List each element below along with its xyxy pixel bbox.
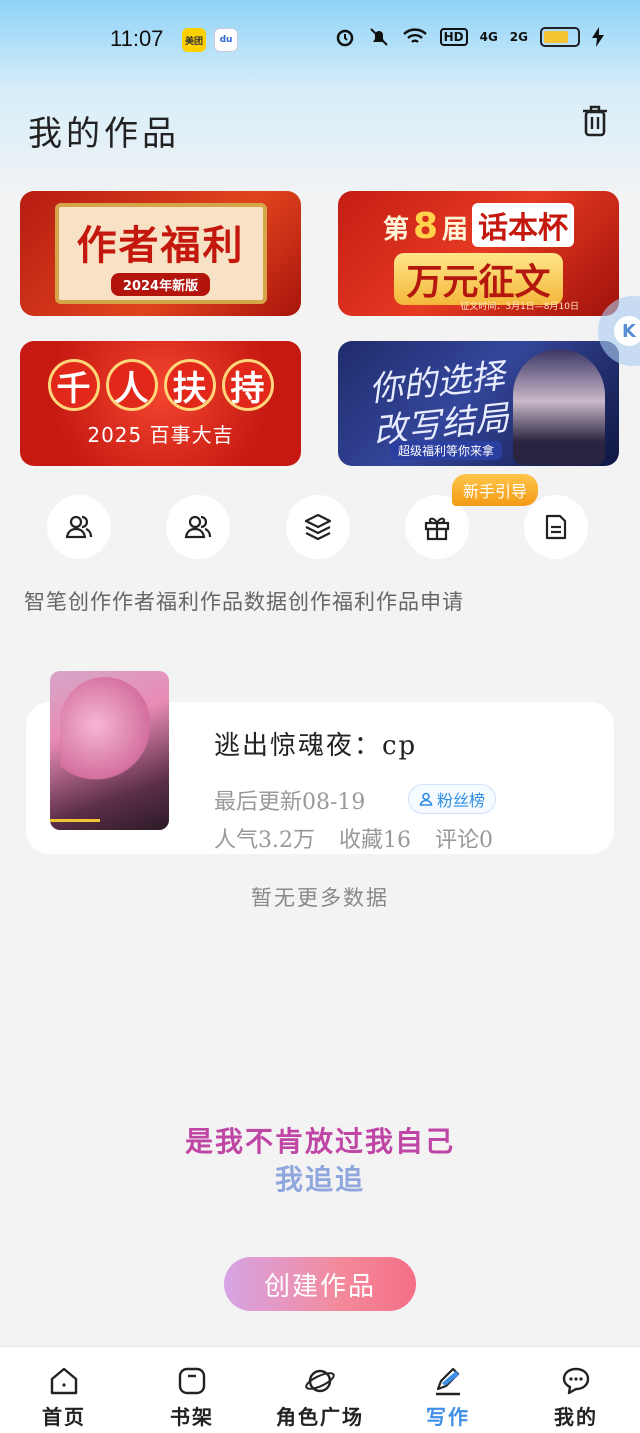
nav-item-mine[interactable]: 我的: [512, 1347, 640, 1433]
nav-item-home[interactable]: 首页: [0, 1347, 128, 1433]
work-comments: 评论0: [435, 828, 493, 853]
slogan-line-2: 我追追: [274, 1163, 365, 1196]
nav-label-mine: 我的: [554, 1405, 598, 1429]
gift-icon: [424, 517, 450, 541]
nav-label-role-square: 角色广场: [276, 1405, 364, 1429]
status-time: 11:07: [110, 26, 164, 51]
nav-label-write: 写作: [426, 1405, 470, 1429]
contest-prefix: 第: [382, 214, 409, 245]
choice-banner[interactable]: 你的选择 改写结局 超级福利等你来拿: [338, 341, 619, 466]
users-icon: [184, 515, 212, 539]
baidu-app-icon: du: [214, 28, 238, 52]
work-popularity: 人气3.2万: [214, 828, 315, 853]
chat-bubble-icon: [562, 1367, 590, 1395]
users-icon: [65, 515, 93, 539]
bookshelf-icon: [178, 1367, 206, 1395]
welfare-banner-title: 作者福利: [76, 222, 245, 269]
quick-action-labels: 智笔创作作者福利作品数据创作福利作品申请: [24, 590, 464, 614]
contest-number: 8: [412, 205, 439, 247]
empty-hint: 暂无更多数据: [251, 886, 389, 910]
support-char: 持: [221, 359, 274, 411]
contest-suffix: 届: [442, 214, 469, 245]
alarm-icon: [336, 29, 353, 47]
contest-cup-name: 话本杯: [472, 202, 575, 247]
work-cover-image[interactable]: [50, 671, 169, 830]
nav-item-role-square[interactable]: 角色广场: [256, 1347, 384, 1433]
nav-item-bookshelf[interactable]: 书架: [128, 1347, 256, 1433]
floating-k-icon: K: [614, 316, 640, 346]
create-work-button[interactable]: 创建作品: [224, 1257, 416, 1311]
home-icon: [50, 1367, 78, 1395]
status-indicators: HD 4G 2G: [334, 26, 604, 48]
work-stats: 人气3.2万 收藏16 评论0: [214, 822, 493, 854]
contest-banner[interactable]: 第8届 话本杯 万元征文 征文时间：3月1日—8月10日: [338, 191, 619, 316]
author-welfare-banner[interactable]: 作者福利 2024年新版: [20, 191, 301, 316]
nav-item-write[interactable]: 写作: [384, 1347, 512, 1433]
support-char: 人: [105, 359, 158, 411]
bottom-navigation: 首页 书架 角色广场 写作 我的: [0, 1346, 640, 1433]
nav-label-home: 首页: [42, 1405, 86, 1429]
choice-banner-title: 你的选择 改写结局: [366, 355, 511, 453]
cover-character: [60, 677, 150, 797]
signal-4g-icon: 4G: [479, 30, 498, 44]
wifi-icon: [402, 28, 427, 43]
author-welfare-button[interactable]: [166, 495, 230, 559]
status-bar: 11:07 美团 du HD 4G 2G: [0, 0, 640, 80]
work-title: 逃出惊魂夜：cp: [214, 731, 418, 761]
support-char: 千: [47, 359, 100, 411]
choice-banner-subtitle: 超级福利等你来拿: [390, 441, 503, 460]
mute-bell-icon: [369, 28, 388, 46]
cover-progress-bar: [50, 819, 100, 822]
welfare-scroll: 作者福利 2024年新版: [54, 203, 267, 304]
support-char: 扶: [163, 359, 216, 411]
signal-2g-icon: 2G: [509, 30, 528, 44]
trash-icon[interactable]: [580, 104, 610, 138]
welfare-banner-subtitle: 2024年新版: [110, 273, 211, 296]
contest-banner-main: 万元征文: [394, 252, 563, 305]
work-favorites: 收藏16: [339, 828, 411, 853]
contest-banner-heading: 第8届 话本杯: [382, 202, 575, 247]
charging-icon: [592, 27, 604, 47]
work-application-button[interactable]: [524, 495, 588, 559]
battery-icon: [540, 27, 580, 47]
page-title: 我的作品: [28, 114, 180, 154]
layers-icon: [304, 513, 332, 541]
user-icon: [419, 792, 433, 806]
nav-label-bookshelf: 书架: [170, 1405, 214, 1429]
support-banner-subtitle: 2025 百事大吉: [87, 423, 234, 447]
planet-icon: [305, 1369, 335, 1393]
document-icon: [545, 514, 567, 540]
pen-icon: [436, 1367, 460, 1396]
slogan-line-1: 是我不肯放过我自己: [184, 1125, 455, 1158]
fan-rank-label: 粉丝榜: [437, 791, 486, 810]
contest-banner-date: 征文时间：3月1日—8月10日: [460, 302, 579, 312]
work-data-button[interactable]: [286, 495, 350, 559]
support-banner-title: 千 人 扶 持: [47, 359, 274, 411]
meituan-app-icon: 美团: [182, 28, 206, 52]
hd-badge: HD: [439, 28, 468, 46]
fan-rank-badge[interactable]: 粉丝榜: [408, 784, 497, 814]
character-portrait: [513, 349, 605, 465]
smart-pen-button[interactable]: [47, 495, 111, 559]
newbie-guide-badge[interactable]: 新手引导: [452, 474, 538, 506]
work-last-updated: 最后更新08-19: [214, 790, 366, 815]
support-banner[interactable]: 千 人 扶 持 2025 百事大吉: [20, 341, 301, 466]
